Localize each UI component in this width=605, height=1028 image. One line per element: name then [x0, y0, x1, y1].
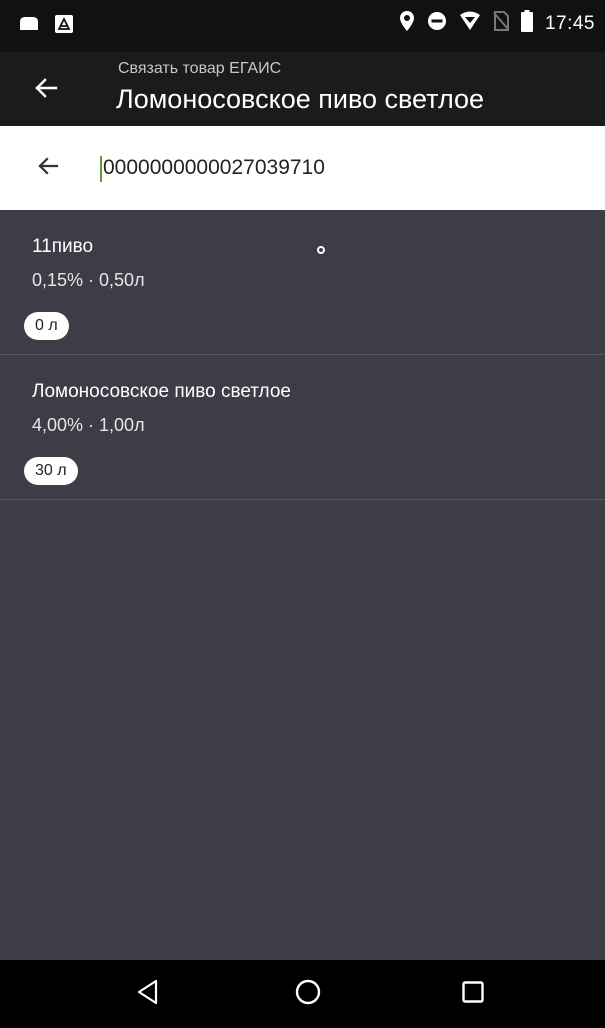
home-circle-icon	[294, 978, 322, 1011]
text-cursor	[100, 156, 102, 182]
volume-badge: 0 л	[24, 312, 69, 340]
status-left	[18, 13, 74, 40]
screen: 17:45 Связать товар ЕГАИС Ломоносовское …	[0, 0, 605, 1028]
search-input[interactable]	[100, 150, 583, 186]
do-not-disturb-icon	[427, 11, 447, 36]
arrow-back-icon	[33, 75, 59, 106]
nav-home-button[interactable]	[288, 974, 328, 1014]
app-bar: Связать товар ЕГАИС Ломоносовское пиво с…	[0, 52, 605, 126]
status-right: 17:45	[399, 10, 595, 37]
list-item[interactable]: 11пиво 0,15% · 0,50л 0 л	[0, 210, 605, 355]
status-time: 17:45	[544, 12, 595, 34]
search-bar	[0, 126, 605, 210]
volume-badge: 30 л	[24, 457, 78, 485]
arrow-back-icon	[36, 154, 60, 183]
item-name: Ломоносовское пиво светлое	[32, 381, 291, 402]
item-name: 11пиво	[32, 236, 94, 257]
back-triangle-icon	[136, 979, 160, 1010]
item-details: 0,15% · 0,50л	[32, 270, 145, 290]
battery-icon	[520, 10, 533, 37]
notification-icon	[18, 13, 40, 40]
location-icon	[399, 10, 415, 37]
status-bar: 17:45	[0, 0, 605, 52]
list-item[interactable]: Ломоносовское пиво светлое 4,00% · 1,00л…	[0, 355, 605, 500]
item-details: 4,00% · 1,00л	[32, 415, 145, 435]
recents-square-icon	[461, 980, 485, 1009]
app-subtitle: Связать товар ЕГАИС	[118, 60, 282, 77]
no-sim-icon	[493, 11, 509, 36]
page-title: Ломоносовское пиво светлое	[116, 84, 485, 114]
search-back-button[interactable]	[30, 150, 66, 186]
nav-back-button[interactable]	[128, 974, 168, 1014]
nav-bar	[0, 960, 605, 1028]
nav-recents-button[interactable]	[453, 974, 493, 1014]
photo-icon	[54, 14, 74, 39]
app-back-button[interactable]	[26, 70, 66, 110]
product-list: 11пиво 0,15% · 0,50л 0 л Ломоносовское п…	[0, 210, 605, 500]
touch-indicator	[317, 246, 325, 254]
signal-icon	[459, 11, 481, 36]
